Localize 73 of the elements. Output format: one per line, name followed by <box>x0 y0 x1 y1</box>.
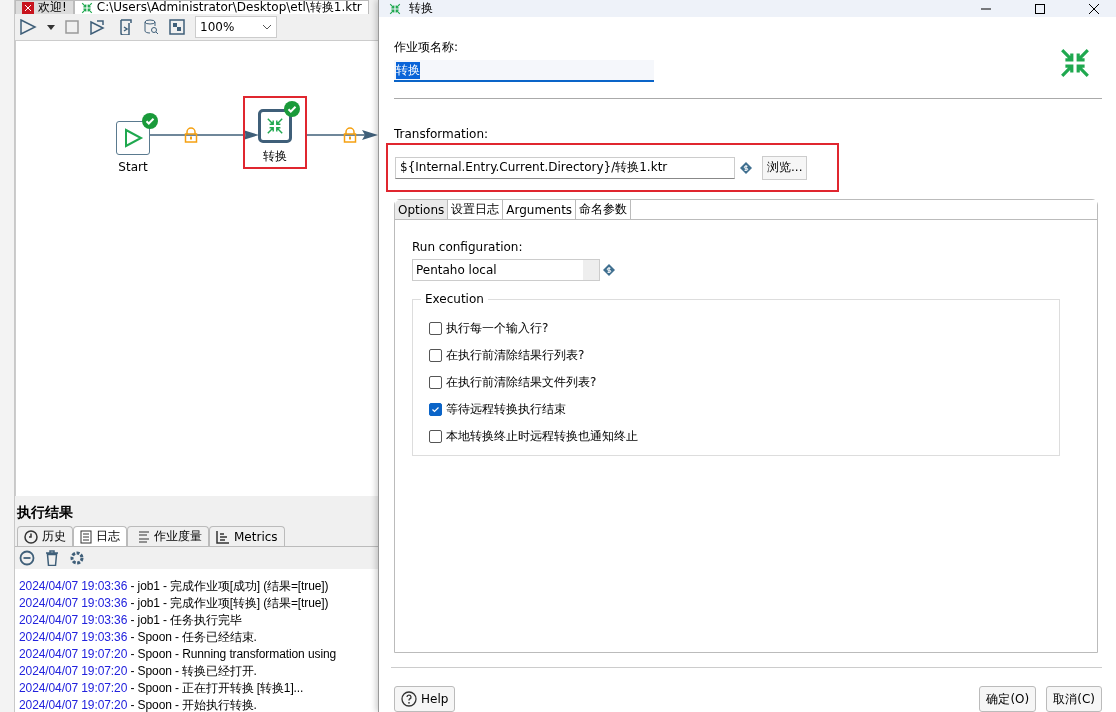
editor-tab[interactable]: C:\Users\Administrator\Desktop\etl\转换1.ktr <box>73 0 369 14</box>
log-line: 2024/04/07 19:03:36 - job1 - 任务执行完毕 <box>19 612 243 629</box>
run-icon[interactable] <box>19 19 37 35</box>
checkbox-label: 本地转换终止时远程转换也通知终止 <box>446 428 638 445</box>
clock-icon <box>24 529 38 544</box>
minus-circle-icon[interactable] <box>19 550 35 566</box>
log-line: 2024/04/07 19:03:36 - Spoon - 任务已经结束. <box>19 629 258 646</box>
editor-tab[interactable]: 欢迎! <box>15 0 74 14</box>
checkmark-icon <box>431 405 440 414</box>
database-search-icon[interactable] <box>143 19 159 35</box>
chart-icon <box>216 529 230 544</box>
maximize-icon[interactable] <box>1035 3 1045 14</box>
hop-arrow[interactable] <box>306 125 378 145</box>
script-icon[interactable] <box>117 19 133 35</box>
help-icon <box>401 691 417 707</box>
settings-icon[interactable] <box>69 550 85 566</box>
results-tab[interactable]: 日志 <box>73 526 127 546</box>
log-line: 2024/04/07 19:03:36 - job1 - 完成作业项[转换] (结果=[true]) <box>19 595 330 612</box>
close-icon[interactable] <box>1089 3 1099 14</box>
results-tab[interactable]: 历史 <box>17 526 73 546</box>
log-line: 2024/04/07 19:07:20 - Spoon - 转换已经打开. <box>19 663 258 680</box>
transform-icon <box>80 1 93 14</box>
browse-button[interactable]: 浏览... <box>762 155 808 180</box>
field-label: Run configuration: <box>412 240 524 254</box>
checkbox[interactable] <box>429 322 442 335</box>
run-config-dropdown[interactable]: Pentaho local <box>412 259 600 281</box>
node-label: Start <box>118 160 148 174</box>
document-icon <box>80 529 92 544</box>
panel-title: 执行结果 <box>16 503 74 522</box>
transformation-input[interactable]: ${Internal.Entry.Current.Directory}/转换1.ktr <box>395 156 735 179</box>
play-icon <box>122 127 144 149</box>
zoom-dropdown[interactable]: 100% <box>195 16 277 38</box>
checkbox-label: 等待远程转换执行结束 <box>446 401 566 418</box>
checkbox-label: 在执行前清除结果行列表? <box>446 347 585 364</box>
checkbox-label: 执行每一个输入行? <box>446 320 549 337</box>
layout-icon[interactable] <box>169 19 185 35</box>
replay-icon[interactable] <box>89 19 107 35</box>
log-line: 2024/04/07 19:07:20 - Spoon - 开始执行转换. <box>19 697 258 712</box>
checkbox[interactable] <box>429 403 442 416</box>
transform-icon <box>266 117 284 135</box>
log-line: 2024/04/07 19:07:20 - Spoon - 正在打开转换 [转换1]... <box>19 680 305 697</box>
node-label: 转换 <box>263 148 287 165</box>
success-icon <box>142 113 158 129</box>
chevron-down-icon <box>262 24 272 30</box>
dialog-tab[interactable]: 命名参数 <box>576 200 632 219</box>
log-line: 2024/04/07 19:07:20 - Spoon - Running transformation using <box>19 646 338 663</box>
variable-icon[interactable] <box>603 264 615 276</box>
dialog-icon <box>389 2 401 15</box>
field-label: 作业项名称: <box>394 39 460 56</box>
checkbox[interactable] <box>429 430 442 443</box>
group-title: Execution <box>424 292 485 306</box>
app-logo-icon <box>22 1 34 14</box>
trash-icon[interactable] <box>45 550 59 566</box>
ok-button[interactable]: 确定(O) <box>979 686 1037 712</box>
success-icon <box>284 101 300 117</box>
field-label: Transformation: <box>394 127 490 141</box>
checkbox[interactable] <box>429 349 442 362</box>
dialog-tab[interactable]: 设置日志 <box>448 200 504 219</box>
transform-icon <box>1059 47 1091 79</box>
caret-icon[interactable] <box>47 24 55 30</box>
dialog-tab[interactable]: Arguments <box>503 200 577 219</box>
checkbox[interactable] <box>429 376 442 389</box>
checkbox-label: 在执行前清除结果文件列表? <box>446 374 597 391</box>
dialog-title: 转换 <box>409 0 434 17</box>
dialog-tab[interactable]: Options <box>395 200 449 219</box>
variable-icon[interactable] <box>740 161 752 174</box>
help-button[interactable]: Help <box>394 686 456 712</box>
name-input[interactable]: 转换 <box>394 60 654 82</box>
cancel-button[interactable]: 取消(C) <box>1046 686 1102 712</box>
results-tab[interactable]: Metrics <box>209 526 285 546</box>
results-tab[interactable]: 作业度量 <box>127 526 209 546</box>
log-line: 2024/04/07 19:03:36 - job1 - 完成作业项[成功] (结果=[true]) <box>19 578 330 595</box>
hop-arrow[interactable] <box>147 125 259 145</box>
